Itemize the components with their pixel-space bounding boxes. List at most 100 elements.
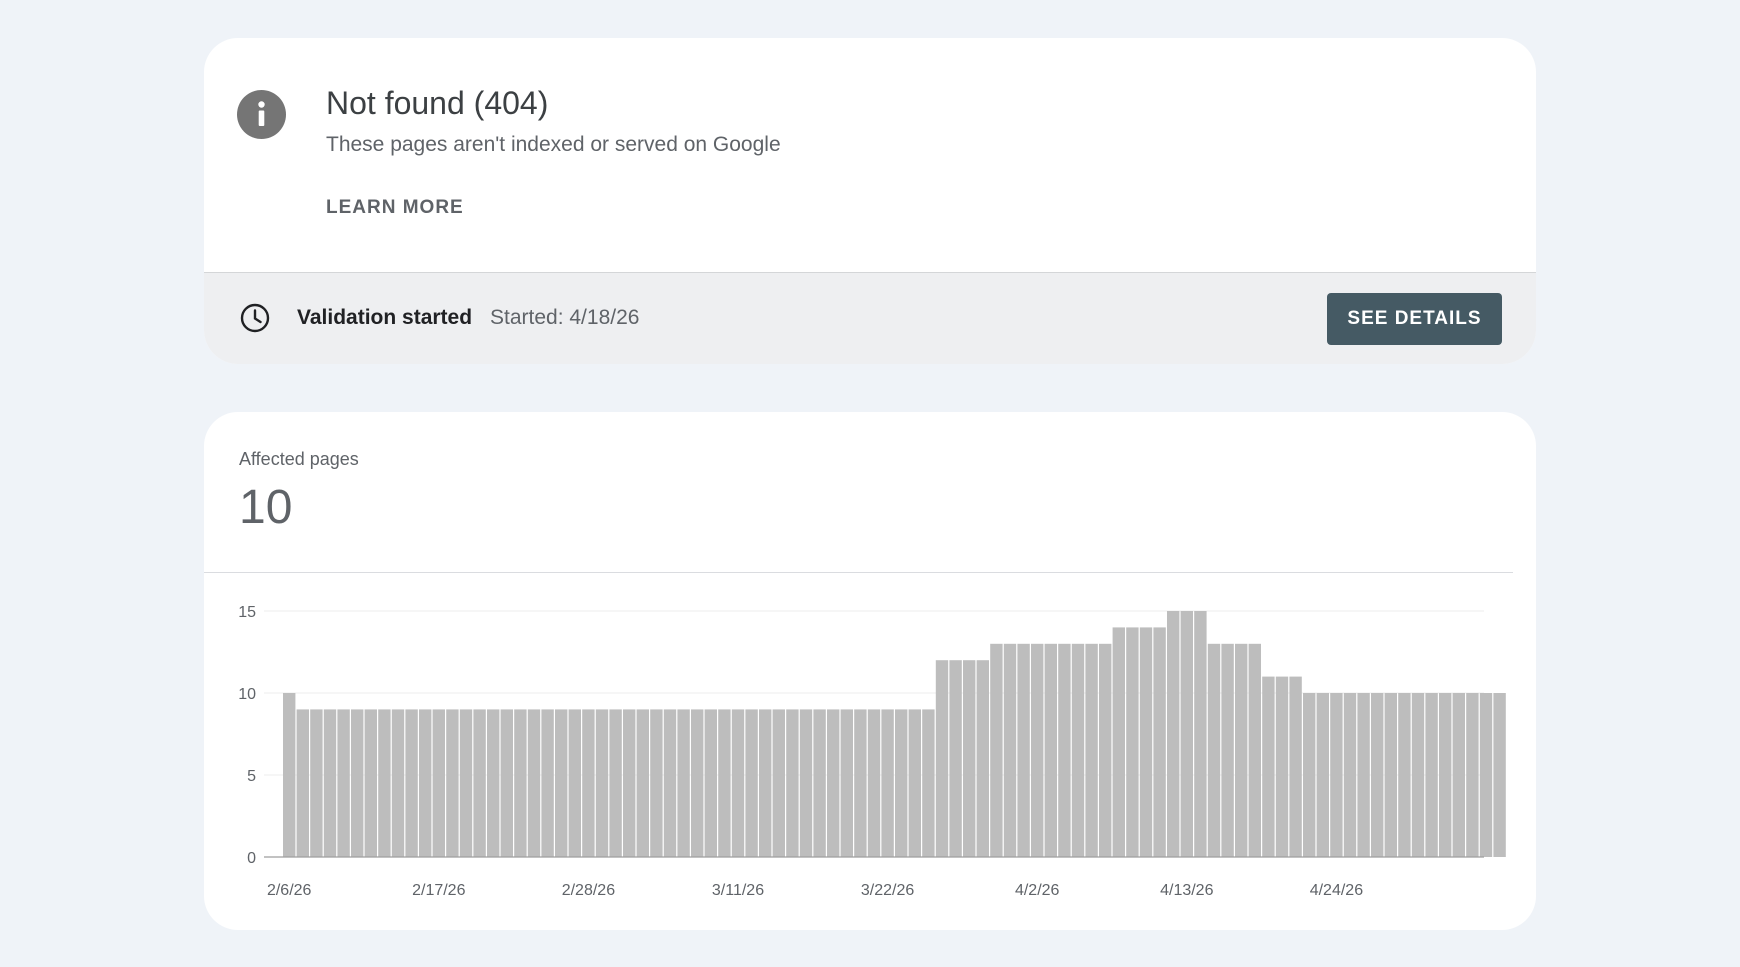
x-tick-label: 2/28/26 bbox=[562, 882, 615, 899]
issue-subtitle: These pages aren't indexed or served on … bbox=[326, 133, 781, 156]
bar bbox=[1194, 611, 1207, 857]
x-tick-label: 3/22/26 bbox=[861, 882, 914, 899]
validation-start-date: Started: 4/18/26 bbox=[490, 306, 640, 329]
validation-status: Validation started bbox=[297, 306, 473, 329]
bar bbox=[935, 660, 949, 857]
bar bbox=[432, 709, 445, 857]
bar bbox=[1439, 693, 1452, 857]
affected-pages-chart: 0 5 10 15 2/6/26 2/17/26 2/28/26 3/11/26 3/22/26… bbox=[238, 604, 1506, 899]
info-icon bbox=[237, 90, 286, 139]
y-tick-label: 15 bbox=[238, 604, 256, 621]
bar bbox=[541, 709, 554, 857]
bar bbox=[446, 709, 459, 857]
bar bbox=[1180, 611, 1193, 857]
issue-card: Not found (404) These pages aren't index… bbox=[204, 38, 1536, 364]
bar bbox=[650, 709, 663, 857]
bar bbox=[1493, 693, 1506, 857]
bar bbox=[1003, 643, 1017, 857]
bar bbox=[609, 709, 622, 857]
bar bbox=[514, 709, 527, 857]
bar bbox=[1017, 643, 1030, 857]
bar bbox=[636, 709, 649, 857]
bar bbox=[310, 709, 323, 857]
bar bbox=[1316, 693, 1329, 857]
bar bbox=[704, 709, 717, 857]
bar bbox=[1207, 643, 1221, 857]
bar bbox=[1221, 643, 1234, 857]
bar bbox=[623, 709, 636, 857]
bar bbox=[677, 709, 690, 857]
bar bbox=[1058, 643, 1071, 857]
x-tick-label: 4/13/26 bbox=[1160, 882, 1213, 899]
bar bbox=[1167, 611, 1180, 857]
bar bbox=[691, 709, 704, 857]
metric-value: 10 bbox=[239, 481, 293, 534]
bar bbox=[759, 709, 772, 857]
bar bbox=[1452, 693, 1465, 857]
bar bbox=[527, 709, 541, 857]
bar bbox=[595, 709, 609, 857]
y-tick-label: 10 bbox=[238, 686, 256, 703]
bar bbox=[1371, 693, 1384, 857]
bar bbox=[364, 709, 377, 857]
bar bbox=[1357, 693, 1370, 857]
bar bbox=[1275, 676, 1289, 857]
bar bbox=[391, 709, 405, 857]
bar bbox=[813, 709, 826, 857]
chart-card: Affected pages 10 0 5 10 15 2/6/26 2/17/26 2/2… bbox=[204, 412, 1536, 930]
bar bbox=[908, 709, 921, 857]
bar bbox=[949, 660, 962, 857]
bar bbox=[1398, 693, 1411, 857]
y-tick-label: 5 bbox=[247, 768, 256, 785]
bar bbox=[1126, 627, 1139, 857]
bar bbox=[582, 709, 595, 857]
bar bbox=[867, 709, 881, 857]
bar bbox=[840, 709, 853, 857]
bar bbox=[963, 660, 976, 857]
bar bbox=[1071, 643, 1085, 857]
bar bbox=[1411, 693, 1425, 857]
x-tick-label: 4/2/26 bbox=[1015, 882, 1060, 899]
bar bbox=[1303, 693, 1316, 857]
bar bbox=[718, 709, 731, 857]
bar bbox=[1479, 693, 1493, 857]
bar bbox=[351, 709, 364, 857]
bar bbox=[663, 709, 677, 857]
y-tick-label: 0 bbox=[247, 850, 256, 867]
bar bbox=[1384, 693, 1397, 857]
bar bbox=[555, 709, 568, 857]
bar bbox=[1153, 627, 1166, 857]
bar bbox=[1330, 693, 1343, 857]
bar bbox=[1235, 643, 1248, 857]
bar bbox=[1031, 643, 1044, 857]
x-tick-label: 2/6/26 bbox=[267, 882, 312, 899]
bar bbox=[895, 709, 908, 857]
bar bbox=[799, 709, 813, 857]
bar bbox=[1112, 627, 1125, 857]
see-details-button[interactable]: SEE DETAILS bbox=[1327, 293, 1502, 345]
bar bbox=[473, 709, 486, 857]
bar bbox=[1139, 627, 1153, 857]
bar bbox=[1248, 643, 1261, 857]
bar bbox=[1289, 676, 1302, 857]
bar bbox=[827, 709, 840, 857]
x-tick-label: 2/17/26 bbox=[412, 882, 465, 899]
bar bbox=[1466, 693, 1479, 857]
bar bbox=[1099, 643, 1112, 857]
bar bbox=[459, 709, 473, 857]
bar bbox=[487, 709, 500, 857]
bar bbox=[1262, 676, 1275, 857]
bar bbox=[745, 709, 758, 857]
bar bbox=[337, 709, 350, 857]
bar bbox=[500, 709, 513, 857]
bar bbox=[1343, 693, 1357, 857]
bar bbox=[772, 709, 785, 857]
issue-title: Not found (404) bbox=[326, 85, 549, 121]
bar bbox=[323, 709, 337, 857]
bar bbox=[378, 709, 391, 857]
learn-more-link[interactable]: LEARN MORE bbox=[326, 197, 464, 219]
bar bbox=[296, 709, 309, 857]
bar bbox=[283, 693, 296, 857]
bar bbox=[731, 709, 745, 857]
bar bbox=[419, 709, 432, 857]
